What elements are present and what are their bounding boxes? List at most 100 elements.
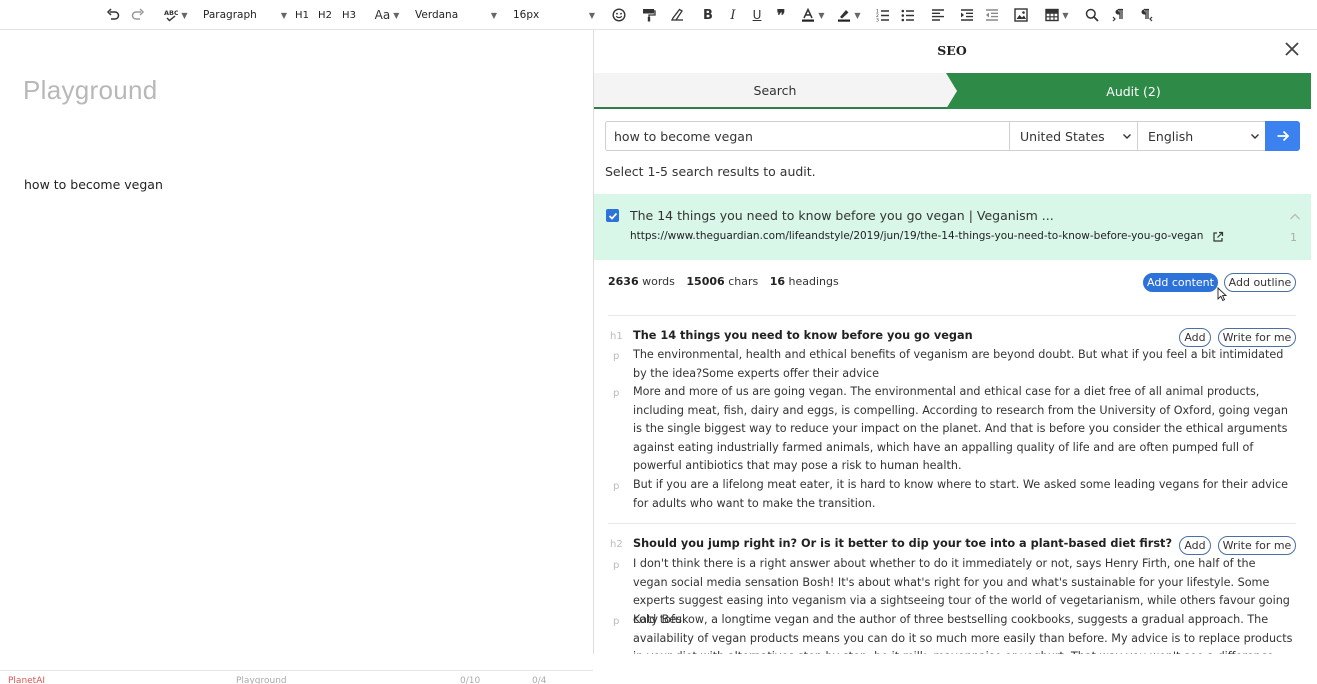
country-select-value: United States (1020, 128, 1105, 144)
editor-area[interactable]: Playground how to become vegan PlanetAI … (0, 30, 593, 684)
paragraph-tag: p (613, 481, 620, 492)
search-submit-button[interactable] (1265, 121, 1300, 151)
word-count: 2636 (608, 275, 639, 288)
result-title[interactable]: The 14 things you need to know before yo… (630, 208, 1054, 223)
heading-count-label: headings (788, 275, 839, 288)
add-content-button[interactable]: Add content (1143, 273, 1218, 292)
font-size-label: 16px (513, 9, 540, 21)
result-rank: 1 (1290, 231, 1297, 244)
checkmark-icon (608, 212, 617, 220)
format-painter-icon[interactable] (640, 4, 658, 26)
chevron-down-icon: ▼ (181, 10, 188, 20)
outline-paragraph: More and more of us are going vegan. The… (633, 385, 1288, 472)
arrow-right-icon (1277, 130, 1289, 142)
text-case-button[interactable]: Aa ▼ (371, 4, 403, 26)
paragraph-tag: p (613, 351, 620, 362)
close-icon[interactable] (1282, 39, 1302, 59)
result-url[interactable]: https://www.theguardian.com/lifeandstyle… (630, 230, 1203, 242)
align-left-icon[interactable] (929, 4, 947, 26)
undo-icon[interactable] (104, 4, 122, 26)
quote-icon[interactable]: ❞ (773, 4, 789, 26)
add-heading-button[interactable]: Add (1179, 536, 1211, 555)
italic-icon[interactable]: I (725, 4, 741, 26)
country-select[interactable]: United States (1009, 121, 1138, 151)
editor-toolbar: ABC ▼ Paragraph ▼ H1 H2 H3 Aa ▼ Verdana … (0, 0, 1317, 30)
heading-tag: h2 (610, 539, 623, 550)
redo-icon[interactable] (129, 4, 147, 26)
chevron-down-icon: ▼ (818, 10, 825, 20)
font-size-select[interactable]: 16px ▼ (511, 4, 597, 26)
clear-formatting-icon[interactable] (668, 4, 686, 26)
status-bar: PlanetAI Playground 0/10 0/4 (0, 670, 593, 684)
content-stats: 2636 words 15006 chars 16 headings (608, 275, 839, 288)
highlight-color-icon[interactable]: ▼ (833, 4, 865, 26)
numbered-list-icon[interactable]: 123 (874, 4, 892, 26)
chevron-down-icon: ▼ (280, 10, 287, 20)
panel-title: SEO (937, 43, 967, 58)
tab-audit[interactable]: Audit (2) (956, 73, 1311, 109)
h1-button[interactable]: H1 (294, 4, 310, 26)
text-direction-rtl-icon[interactable] (1137, 4, 1155, 26)
emoji-icon[interactable] (610, 4, 628, 26)
status-count-2: 0/4 (532, 676, 547, 684)
chevron-down-icon (1251, 134, 1259, 139)
word-count-label: words (642, 275, 675, 288)
paragraph-style-select[interactable]: Paragraph ▼ (201, 4, 289, 26)
search-result-item[interactable]: The 14 things you need to know before yo… (594, 194, 1311, 260)
paragraph-style-label: Paragraph (203, 9, 257, 21)
heading-count: 16 (769, 275, 786, 288)
write-for-me-button[interactable]: Write for me (1218, 328, 1296, 347)
svg-text:3: 3 (876, 18, 879, 23)
chevron-up-icon[interactable] (1289, 212, 1301, 222)
editor-paragraph[interactable]: how to become vegan (24, 177, 163, 192)
find-icon[interactable] (1083, 4, 1101, 26)
heading-tag: h1 (610, 331, 623, 342)
write-for-me-button[interactable]: Write for me (1218, 536, 1296, 555)
char-count: 15006 (686, 275, 725, 288)
outline-heading: Should you jump right in? Or is it bette… (633, 537, 1173, 550)
underline-icon[interactable]: U (749, 4, 765, 26)
language-select[interactable]: English (1137, 121, 1266, 151)
divider (608, 523, 1296, 524)
spellcheck-icon[interactable]: ABC ▼ (160, 4, 192, 26)
text-direction-ltr-icon[interactable] (1110, 4, 1128, 26)
selection-hint: Select 1-5 search results to audit. (605, 164, 816, 179)
bullet-list-icon[interactable] (899, 4, 917, 26)
text-case-label: Aa (374, 8, 391, 22)
font-family-label: Verdana (415, 9, 459, 21)
document-title-placeholder[interactable]: Playground (23, 75, 158, 106)
divider (608, 315, 1296, 316)
external-link-icon[interactable] (1212, 231, 1224, 243)
bold-icon[interactable]: B (700, 4, 716, 26)
mouse-cursor-icon (1217, 287, 1227, 302)
chevron-down-icon: ▼ (854, 10, 861, 20)
language-select-value: English (1148, 128, 1194, 144)
outline-paragraph: Katy Beskow, a longtime vegan and the au… (633, 613, 1293, 654)
add-outline-button[interactable]: Add outline (1224, 273, 1296, 292)
tab-search[interactable]: Search (594, 73, 956, 109)
indent-icon[interactable] (958, 4, 976, 26)
char-count-label: chars (728, 275, 759, 288)
insert-image-icon[interactable] (1012, 4, 1030, 26)
keyword-input[interactable] (605, 121, 1009, 151)
paragraph-tag: p (613, 616, 620, 627)
outline-paragraph: The environmental, health and ethical be… (633, 348, 1284, 380)
outline-paragraph: But if you are a lifelong meat eater, it… (633, 478, 1289, 510)
seo-tabs: Search Audit (2) (594, 73, 1311, 109)
chevron-down-icon: ▼ (588, 10, 595, 20)
chevron-down-icon: ▼ (1062, 10, 1069, 20)
seo-panel: SEO Search Audit (2) United States Engli… (593, 30, 1317, 654)
font-family-select[interactable]: Verdana ▼ (413, 4, 499, 26)
paragraph-tag: p (613, 560, 620, 571)
result-checkbox[interactable] (606, 209, 619, 222)
svg-text:ABC: ABC (164, 9, 178, 17)
insert-table-icon[interactable]: ▼ (1041, 4, 1073, 26)
status-doc-name: Playground (236, 676, 287, 684)
h3-button[interactable]: H3 (341, 4, 357, 26)
chevron-down-icon (1123, 134, 1131, 139)
text-color-icon[interactable]: ▼ (797, 4, 829, 26)
h2-button[interactable]: H2 (317, 4, 333, 26)
outdent-icon[interactable] (983, 4, 1001, 26)
add-heading-button[interactable]: Add (1179, 328, 1211, 347)
search-row: United States English (605, 121, 1300, 151)
